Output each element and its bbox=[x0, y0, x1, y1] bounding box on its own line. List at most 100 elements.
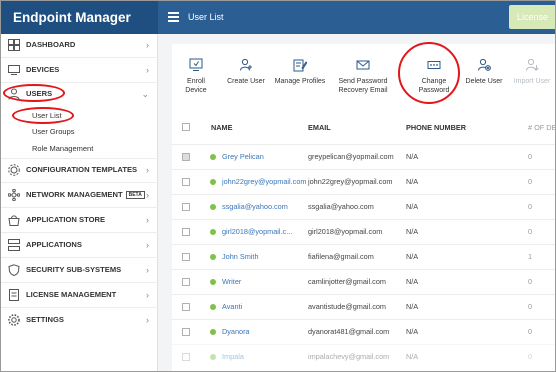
column-header-name[interactable]: NAME bbox=[211, 123, 233, 132]
table-row[interactable]: Avanti avantistude@gmail.com N/A 0 bbox=[172, 294, 555, 319]
user-name-link[interactable]: girl2018@yopmail.c... bbox=[222, 220, 292, 244]
import-user-button[interactable]: Import User bbox=[510, 58, 554, 86]
row-checkbox[interactable] bbox=[182, 253, 190, 261]
enroll-device-button[interactable]: Enroll Device bbox=[176, 58, 216, 95]
chevron-right-icon: › bbox=[146, 240, 149, 250]
create-user-button[interactable]: Create User bbox=[226, 58, 266, 86]
select-all-checkbox[interactable] bbox=[182, 123, 190, 131]
table-row[interactable]: john22grey@yopmail.com john22grey@yopmai… bbox=[172, 169, 555, 194]
table-row[interactable]: ssgalia@yahoo.com ssgalia@yahoo.com N/A … bbox=[172, 194, 555, 219]
import-user-label: Import User bbox=[513, 78, 551, 85]
sidebar-item-network-management[interactable]: NETWORK MANAGEMENT BETA › bbox=[1, 184, 158, 206]
sidebar: DASHBOARD › DEVICES › USERS ⌄ User List … bbox=[1, 34, 158, 371]
sidebar-item-users[interactable]: USERS ⌄ bbox=[1, 83, 158, 105]
change-password-button[interactable]: Change Password bbox=[412, 58, 456, 95]
brand-title: Endpoint Manager bbox=[1, 1, 158, 34]
column-header-phone[interactable]: PHONE NUMBER bbox=[406, 123, 466, 132]
user-email: camlinjotter@gmail.com bbox=[308, 277, 386, 286]
user-email: impalachevy@gmail.com bbox=[308, 352, 390, 361]
table-row[interactable]: Writer camlinjotter@gmail.com N/A 0 bbox=[172, 269, 555, 294]
license-button[interactable]: License bbox=[509, 5, 555, 29]
user-email: girl2018@yopmail.com bbox=[308, 227, 383, 236]
network-icon bbox=[8, 189, 20, 201]
row-checkbox[interactable] bbox=[182, 203, 190, 211]
table-row[interactable]: John Smith fiafilena@gmail.com N/A 1 bbox=[172, 244, 555, 269]
license-icon bbox=[9, 289, 19, 301]
sidebar-item-label: NETWORK MANAGEMENT BETA bbox=[26, 184, 145, 206]
top-bar: Endpoint Manager User List License bbox=[1, 1, 555, 34]
column-header-devices[interactable]: # OF DE bbox=[528, 123, 555, 132]
user-name-link[interactable]: john22grey@yopmail.com bbox=[222, 170, 306, 194]
sidebar-item-security-sub-systems[interactable]: SECURITY SUB-SYSTEMS › bbox=[1, 259, 158, 281]
user-device-count: 1 bbox=[528, 252, 533, 261]
user-name-link[interactable]: Impala bbox=[222, 345, 244, 369]
sidebar-subitem-user-list[interactable]: User List bbox=[32, 111, 62, 120]
delete-user-button[interactable]: Delete User bbox=[464, 58, 504, 86]
user-device-count: 0 bbox=[528, 327, 533, 336]
user-name-link[interactable]: Grey Pelican bbox=[222, 145, 264, 169]
manage-profiles-button[interactable]: Manage Profiles bbox=[274, 58, 326, 86]
change-password-label-line1: Change bbox=[421, 78, 447, 85]
status-dot bbox=[210, 204, 216, 210]
user-name-link[interactable]: Avanti bbox=[222, 295, 242, 319]
create-user-label: Create User bbox=[227, 78, 265, 85]
table-row[interactable]: Grey Pelican greypelican@yopmail.com N/A… bbox=[172, 144, 555, 169]
user-device-count: 0 bbox=[528, 152, 533, 161]
row-checkbox[interactable] bbox=[182, 303, 190, 311]
sidebar-item-configuration-templates[interactable]: CONFIGURATION TEMPLATES › bbox=[1, 159, 158, 181]
column-header-email[interactable]: EMAIL bbox=[308, 123, 331, 132]
delete-user-label: Delete User bbox=[465, 78, 503, 85]
user-phone: N/A bbox=[406, 252, 419, 261]
user-name-link[interactable]: Dyanora bbox=[222, 320, 250, 344]
sidebar-item-label: DASHBOARD bbox=[26, 40, 76, 49]
table-row[interactable]: girl2018@yopmail.c... girl2018@yopmail.c… bbox=[172, 219, 555, 244]
table-row[interactable]: Dyanora dyanorat481@gmail.com N/A 0 bbox=[172, 319, 555, 344]
dashboard-icon bbox=[8, 39, 20, 51]
sidebar-item-settings[interactable]: SETTINGS › bbox=[1, 309, 158, 331]
row-checkbox[interactable] bbox=[182, 353, 190, 361]
enroll-device-label: Enroll Device bbox=[185, 78, 207, 94]
user-device-count: 0 bbox=[528, 302, 533, 311]
status-dot bbox=[210, 304, 216, 310]
sidebar-subitem-role-management[interactable]: Role Management bbox=[32, 144, 93, 153]
user-name-link[interactable]: Writer bbox=[222, 270, 241, 294]
row-checkbox[interactable] bbox=[182, 178, 190, 186]
gear-icon bbox=[8, 314, 20, 326]
row-checkbox[interactable] bbox=[182, 153, 190, 161]
sidebar-item-label: APPLICATION STORE bbox=[26, 215, 106, 224]
user-name-link[interactable]: John Smith bbox=[222, 245, 259, 269]
row-checkbox[interactable] bbox=[182, 278, 190, 286]
send-password-recovery-email-button[interactable]: Send Password Recovery Email bbox=[336, 58, 390, 95]
chevron-right-icon: › bbox=[146, 215, 149, 225]
user-phone: N/A bbox=[406, 277, 419, 286]
sidebar-item-license-management[interactable]: LICENSE MANAGEMENT › bbox=[1, 284, 158, 306]
sidebar-item-label: DEVICES bbox=[26, 65, 60, 74]
divider bbox=[1, 257, 158, 258]
store-icon bbox=[8, 215, 20, 226]
divider bbox=[1, 232, 158, 233]
menu-toggle-icon[interactable] bbox=[168, 12, 179, 22]
add-user-icon bbox=[240, 58, 252, 71]
divider bbox=[1, 182, 158, 183]
table-row[interactable]: Impala impalachevy@gmail.com N/A 0 bbox=[172, 344, 555, 369]
user-device-count: 0 bbox=[528, 352, 533, 361]
chevron-down-icon: ⌄ bbox=[141, 89, 149, 99]
user-phone: N/A bbox=[406, 227, 419, 236]
user-phone: N/A bbox=[406, 302, 419, 311]
apps-icon bbox=[8, 239, 20, 251]
user-name-link[interactable]: ssgalia@yahoo.com bbox=[222, 195, 288, 219]
sidebar-item-dashboard[interactable]: DASHBOARD › bbox=[1, 34, 158, 56]
sidebar-item-applications[interactable]: APPLICATIONS › bbox=[1, 234, 158, 256]
change-password-label-line2: Password bbox=[418, 87, 450, 94]
sidebar-item-devices[interactable]: DEVICES › bbox=[1, 59, 158, 81]
sidebar-item-application-store[interactable]: APPLICATION STORE › bbox=[1, 209, 158, 231]
sidebar-item-label: CONFIGURATION TEMPLATES bbox=[26, 165, 138, 174]
status-dot bbox=[210, 279, 216, 285]
sidebar-subitem-user-groups[interactable]: User Groups bbox=[32, 127, 75, 136]
manage-profiles-label: Manage Profiles bbox=[274, 78, 326, 85]
chevron-right-icon: › bbox=[146, 165, 149, 175]
user-icon bbox=[8, 88, 20, 100]
row-checkbox[interactable] bbox=[182, 328, 190, 336]
row-checkbox[interactable] bbox=[182, 228, 190, 236]
user-phone: N/A bbox=[406, 152, 419, 161]
